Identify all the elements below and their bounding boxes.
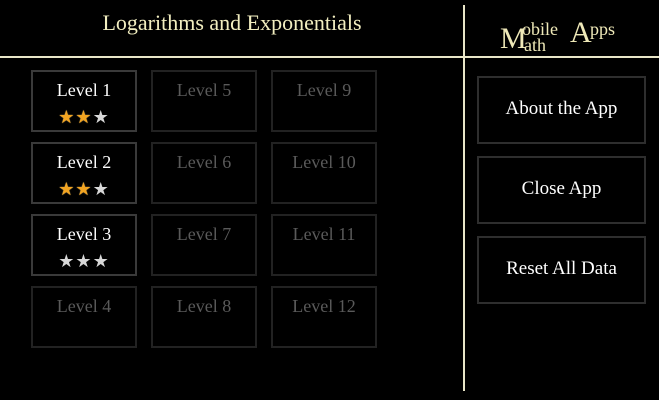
level-label: Level 11 (292, 224, 356, 244)
level-label: Level 8 (176, 296, 232, 316)
star-filled-icon: ★ (75, 107, 93, 127)
level-label: Level 3 (56, 224, 112, 244)
level-10-button[interactable]: Level 10 (271, 142, 377, 204)
level-label: Level 6 (176, 152, 232, 172)
sidebar-divider (463, 5, 465, 391)
about-app-button[interactable]: About the App (477, 76, 646, 144)
star-filled-icon: ★ (75, 179, 93, 199)
star-empty-icon: ★ (92, 107, 110, 127)
level-3-button[interactable]: Level 3 ★★★ (31, 214, 137, 276)
level-label: Level 4 (56, 296, 112, 316)
level-label: Level 10 (292, 152, 356, 172)
close-app-button[interactable]: Close App (477, 156, 646, 224)
star-empty-icon: ★ (75, 251, 93, 271)
level-4-button[interactable]: Level 4 (31, 286, 137, 348)
level-2-button[interactable]: Level 2 ★★★ (31, 142, 137, 204)
reset-all-data-button[interactable]: Reset All Data (477, 236, 646, 304)
star-filled-icon: ★ (58, 107, 76, 127)
level-label: Level 2 (56, 152, 112, 172)
level-label: Level 1 (56, 80, 112, 100)
app-logo: M obile ath A pps (500, 12, 650, 56)
level-1-button[interactable]: Level 1 ★★★ (31, 70, 137, 132)
level-label: Level 5 (176, 80, 232, 100)
header-divider (0, 56, 659, 58)
logo-text-pps: pps (590, 19, 616, 39)
level-label: Level 7 (176, 224, 232, 244)
level-8-button[interactable]: Level 8 (151, 286, 257, 348)
star-empty-icon: ★ (58, 251, 76, 271)
logo-text-ath: ath (524, 35, 546, 55)
page-title: Logarithms and Exponentials (102, 10, 362, 35)
level-stars: ★★★ (33, 108, 135, 126)
star-empty-icon: ★ (92, 251, 110, 271)
level-7-button[interactable]: Level 7 (151, 214, 257, 276)
level-6-button[interactable]: Level 6 (151, 142, 257, 204)
level-stars: ★★★ (33, 252, 135, 270)
level-label: Level 12 (292, 296, 356, 316)
level-9-button[interactable]: Level 9 (271, 70, 377, 132)
level-11-button[interactable]: Level 11 (271, 214, 377, 276)
star-filled-icon: ★ (58, 179, 76, 199)
star-empty-icon: ★ (92, 179, 110, 199)
logo-letter-a: A (570, 16, 592, 49)
level-label: Level 9 (296, 80, 352, 100)
level-12-button[interactable]: Level 12 (271, 286, 377, 348)
level-stars: ★★★ (33, 180, 135, 198)
level-5-button[interactable]: Level 5 (151, 70, 257, 132)
